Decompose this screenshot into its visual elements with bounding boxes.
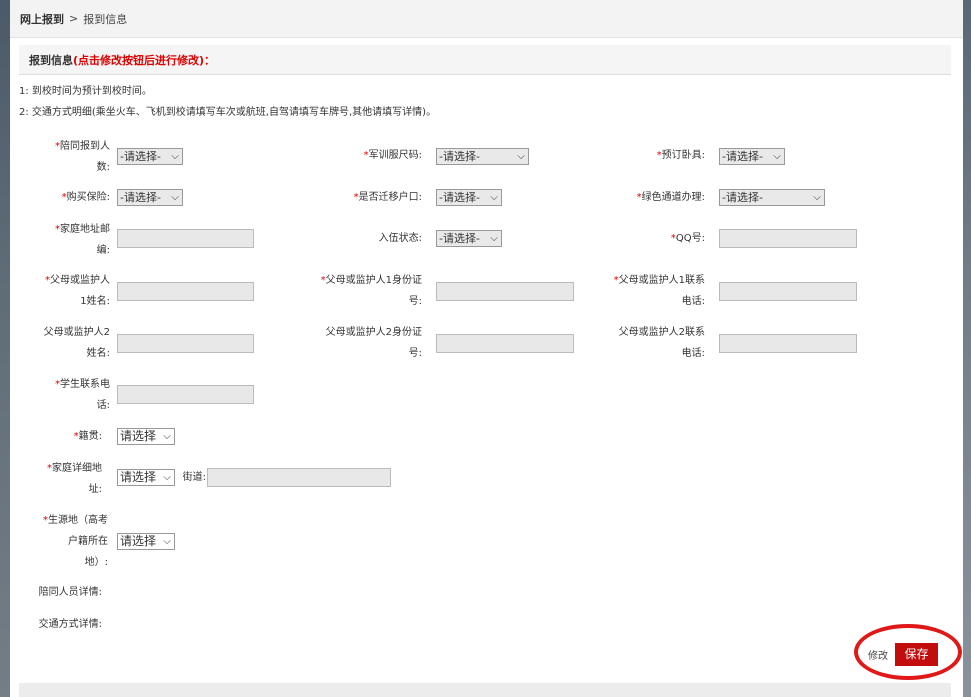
chevron-down-icon: ⌵ [163, 536, 171, 547]
enlistment-select[interactable]: -请选择- ⌵ [436, 230, 502, 247]
bedding-select[interactable]: -请选择- ⌵ [719, 148, 785, 165]
student-phone-label: *学生联系电 话: [55, 379, 110, 411]
guardian1-id-label: *父母或监护人1身份证 号: [320, 275, 422, 307]
qq-input[interactable] [719, 229, 857, 248]
guardian1-name-input[interactable] [117, 282, 254, 301]
chevron-down-icon: ⌵ [517, 151, 525, 162]
green-channel-label: *绿色通道办理: [636, 192, 705, 203]
guardian2-phone-input[interactable] [719, 334, 857, 353]
chevron-down-icon: ⌵ [163, 472, 171, 483]
origin-select[interactable]: 请选择 ⌵ [117, 533, 175, 550]
postal-code-label: *家庭地址邮 编: [55, 224, 110, 256]
section-title: 报到信息 [29, 53, 73, 67]
guardian1-id-input[interactable] [436, 282, 574, 301]
companions-count-select[interactable]: -请选择- ⌵ [117, 148, 183, 165]
guardian1-name-label: *父母或监护人 1姓名: [45, 275, 110, 307]
street-input[interactable] [207, 468, 391, 487]
breadcrumb-current: 报到信息 [83, 12, 128, 26]
hukou-transfer-label: *是否迁移户口: [353, 192, 422, 203]
green-channel-select[interactable]: -请选择- ⌵ [719, 189, 825, 206]
section-header: 报到信息 (点击修改按钮后进行修改)： [19, 45, 951, 75]
footer-bar [19, 683, 951, 697]
chevron-down-icon: ⌵ [490, 233, 498, 244]
section-note: (点击修改按钮后进行修改)： [73, 53, 216, 67]
highlight-annotation-circle [854, 624, 962, 680]
bedding-label: *预订卧具: [656, 150, 705, 161]
chevron-down-icon: ⌵ [773, 151, 781, 162]
qq-label: *QQ号: [670, 233, 705, 244]
guardian1-phone-label: *父母或监护人1联系 电话: [613, 275, 705, 307]
enlistment-label: 入伍状态: [378, 233, 422, 244]
uniform-size-select[interactable]: -请选择- ⌵ [436, 148, 529, 165]
home-address-select[interactable]: 请选择 ⌵ [117, 469, 175, 486]
guardian2-phone-label: 父母或监护人2联系 电话: [618, 327, 705, 359]
breadcrumb-separator: > [69, 12, 79, 25]
guardian1-phone-input[interactable] [719, 282, 857, 301]
guardian2-id-input[interactable] [436, 334, 574, 353]
home-address-label: *家庭详细地 址: [47, 463, 102, 495]
uniform-size-label: *军训服尺码: [363, 150, 422, 161]
tip-2: 2: 交通方式明细(乘坐火车、飞机到校请填写车次或航班,自驾请填写车牌号,其他请… [19, 107, 437, 118]
insurance-select[interactable]: -请选择- ⌵ [117, 189, 183, 206]
companion-details-label: 陪同人员详情: [38, 587, 102, 598]
street-label: 街道: [182, 472, 206, 483]
hukou-transfer-select[interactable]: -请选择- ⌵ [436, 189, 502, 206]
chevron-down-icon: ⌵ [490, 192, 498, 203]
origin-label: *生源地（高考 户籍所在 地）: [43, 515, 108, 568]
postal-code-input[interactable] [117, 229, 254, 248]
breadcrumb-home-link[interactable]: 网上报到 [20, 11, 64, 27]
companions-count-label: *陪同报到人 数: [55, 141, 110, 173]
student-phone-input[interactable] [117, 385, 254, 404]
main-panel: 网上报到 > 报到信息 报到信息 (点击修改按钮后进行修改)： 1: 到校时间为预… [10, 0, 963, 697]
insurance-label: *购买保险: [61, 192, 110, 203]
chevron-down-icon: ⌵ [163, 431, 171, 442]
chevron-down-icon: ⌵ [813, 192, 821, 203]
guardian2-id-label: 父母或监护人2身份证 号: [325, 327, 422, 359]
chevron-down-icon: ⌵ [171, 192, 179, 203]
native-place-select[interactable]: 请选择 ⌵ [117, 428, 175, 445]
native-place-label: *籍贯: [73, 431, 102, 442]
chevron-down-icon: ⌵ [171, 151, 179, 162]
transport-details-label: 交通方式详情: [38, 619, 102, 630]
guardian2-name-label: 父母或监护人2 姓名: [43, 327, 110, 359]
tip-1: 1: 到校时间为预计到校时间。 [19, 86, 152, 97]
guardian2-name-input[interactable] [117, 334, 254, 353]
breadcrumb: 网上报到 > 报到信息 [10, 0, 963, 38]
